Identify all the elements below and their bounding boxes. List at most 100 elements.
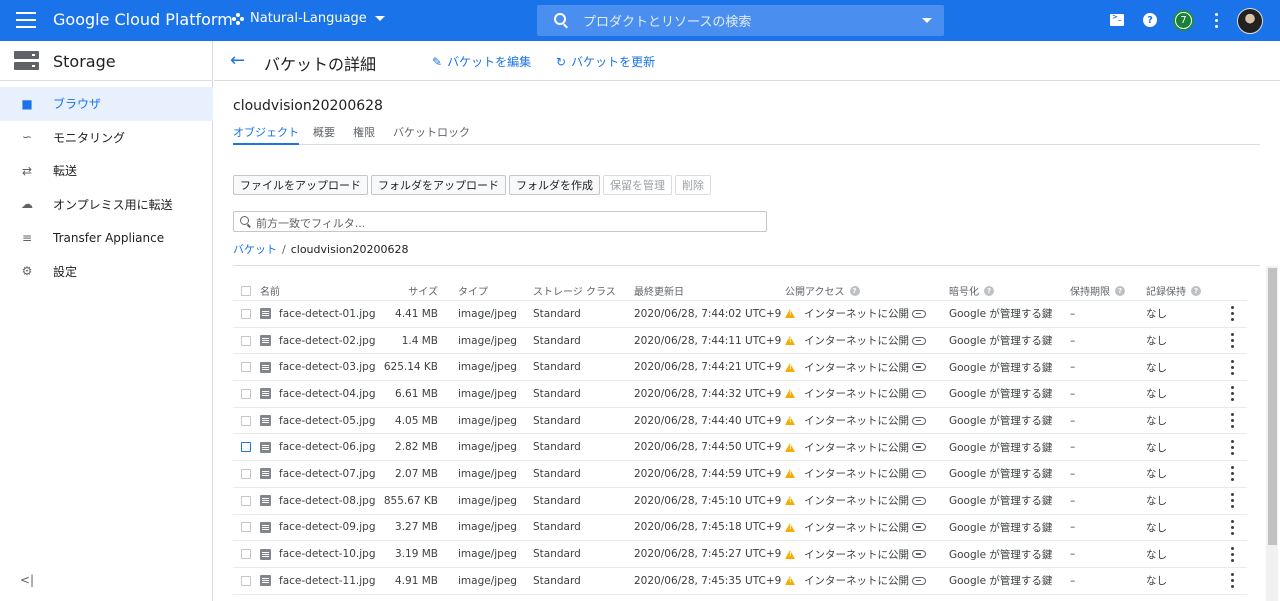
avatar[interactable]: [1237, 8, 1263, 34]
link-icon[interactable]: [912, 469, 926, 478]
upload-folder-button[interactable]: フォルダをアップロード: [371, 175, 506, 195]
file-name-cell[interactable]: face-detect-06.jpg: [260, 434, 375, 460]
table-row[interactable]: face-detect-11.jpg 4.91 MB image/jpeg Stand…: [233, 568, 1247, 595]
help-icon[interactable]: ?: [1115, 285, 1125, 296]
link-icon[interactable]: [912, 363, 926, 372]
file-name[interactable]: face-detect-09.jpg: [279, 521, 375, 533]
link-icon[interactable]: [912, 550, 926, 559]
row-menu-button[interactable]: [1226, 515, 1238, 541]
link-icon[interactable]: [912, 416, 926, 425]
file-name[interactable]: face-detect-03.jpg: [279, 361, 375, 373]
tab-objects[interactable]: オブジェクト: [233, 124, 299, 145]
file-name-cell[interactable]: face-detect-09.jpg: [260, 515, 375, 541]
file-name[interactable]: face-detect-02.jpg: [279, 335, 375, 347]
table-row[interactable]: face-detect-04.jpg 6.61 MB image/jpeg Stand…: [233, 381, 1247, 408]
file-name[interactable]: face-detect-11.jpg: [279, 575, 375, 587]
row-menu-button[interactable]: [1226, 488, 1238, 514]
search-bar[interactable]: プロダクトとリソースの検索: [537, 5, 944, 36]
file-name[interactable]: face-detect-01.jpg: [279, 308, 375, 320]
header-public-access[interactable]: 公開アクセス?: [785, 281, 860, 300]
upload-files-button[interactable]: ファイルをアップロード: [233, 175, 368, 195]
search-dropdown-icon[interactable]: [922, 18, 932, 23]
row-checkbox[interactable]: [241, 442, 251, 453]
sidebar-item-monitoring[interactable]: ∽ モニタリング: [0, 121, 213, 155]
breadcrumb-root-link[interactable]: バケット: [233, 243, 277, 256]
row-checkbox[interactable]: [241, 335, 251, 346]
file-name[interactable]: face-detect-08.jpg: [279, 495, 375, 507]
menu-icon[interactable]: [16, 12, 36, 28]
sidebar-item-onprem-transfer[interactable]: ☁ オンプレミス用に転送: [0, 188, 213, 222]
sidebar-item-browser[interactable]: ■ ブラウザ: [0, 87, 213, 121]
link-icon[interactable]: [912, 443, 926, 452]
table-row[interactable]: face-detect-09.jpg 3.27 MB image/jpeg Stand…: [233, 515, 1247, 542]
sidebar-item-settings[interactable]: ⚙ 設定: [0, 255, 213, 289]
header-updated[interactable]: 最終更新日: [634, 281, 684, 300]
row-checkbox[interactable]: [241, 522, 251, 533]
help-icon[interactable]: ?: [849, 285, 860, 296]
more-vert-icon[interactable]: [1207, 11, 1225, 29]
row-menu-button[interactable]: [1226, 434, 1238, 460]
row-menu-button[interactable]: [1226, 541, 1238, 567]
table-row[interactable]: face-detect-07.jpg 2.07 MB image/jpeg Stand…: [233, 461, 1247, 488]
row-checkbox[interactable]: [241, 308, 251, 319]
help-icon[interactable]: ?: [984, 285, 994, 296]
edit-bucket-button[interactable]: ✎ バケットを編集: [432, 53, 531, 70]
row-checkbox[interactable]: [241, 549, 251, 560]
tab-overview[interactable]: 概要: [313, 124, 335, 145]
file-name-cell[interactable]: face-detect-02.jpg: [260, 328, 375, 354]
row-checkbox[interactable]: [241, 415, 251, 426]
file-name-cell[interactable]: face-detect-10.jpg: [260, 541, 375, 567]
help-icon[interactable]: ?: [1141, 11, 1159, 29]
select-all-checkbox[interactable]: [241, 285, 251, 296]
row-checkbox[interactable]: [241, 495, 251, 506]
scrollbar-thumb[interactable]: [1268, 268, 1277, 545]
tab-permissions[interactable]: 権限: [353, 124, 375, 145]
table-row[interactable]: face-detect-03.jpg 625.14 KB image/jpeg Sta…: [233, 354, 1247, 382]
header-hold[interactable]: 記録保持?: [1146, 281, 1201, 300]
row-menu-button[interactable]: [1226, 328, 1238, 354]
file-name[interactable]: face-detect-05.jpg: [279, 415, 375, 427]
link-icon[interactable]: [912, 496, 926, 505]
row-checkbox[interactable]: [241, 362, 251, 373]
table-row[interactable]: face-detect-10.jpg 3.19 MB image/jpeg Stand…: [233, 541, 1247, 568]
brand-title[interactable]: Google Cloud Platform: [53, 10, 233, 29]
header-encryption[interactable]: 暗号化?: [949, 281, 994, 300]
row-checkbox[interactable]: [241, 468, 251, 479]
manage-holds-button[interactable]: 保留を管理: [603, 175, 672, 195]
link-icon[interactable]: [912, 309, 926, 318]
header-name[interactable]: 名前: [260, 281, 280, 300]
back-arrow-icon[interactable]: ←: [230, 52, 245, 70]
help-icon[interactable]: ?: [1191, 285, 1201, 296]
table-row[interactable]: face-detect-01.jpg 4.41 MB image/jpeg Stand…: [233, 301, 1247, 328]
file-name-cell[interactable]: face-detect-01.jpg: [260, 301, 375, 327]
file-name-cell[interactable]: face-detect-05.jpg: [260, 408, 375, 434]
notification-badge[interactable]: 7: [1173, 10, 1194, 31]
file-name-cell[interactable]: face-detect-11.jpg: [260, 568, 375, 594]
table-row[interactable]: face-detect-05.jpg 4.05 MB image/jpeg Stand…: [233, 408, 1247, 435]
link-icon[interactable]: [912, 576, 926, 585]
refresh-bucket-button[interactable]: ↻ バケットを更新: [556, 53, 655, 70]
link-icon[interactable]: [912, 389, 926, 398]
row-menu-button[interactable]: [1226, 354, 1238, 380]
search-input[interactable]: プロダクトとリソースの検索: [583, 11, 751, 30]
file-name[interactable]: face-detect-10.jpg: [279, 548, 375, 560]
row-menu-button[interactable]: [1226, 408, 1238, 434]
link-icon[interactable]: [912, 523, 926, 532]
row-checkbox[interactable]: [241, 575, 251, 586]
collapse-sidebar-icon[interactable]: <|: [20, 573, 34, 587]
row-menu-button[interactable]: [1226, 301, 1238, 327]
table-row[interactable]: face-detect-06.jpg 2.82 MB image/jpeg Stand…: [233, 434, 1247, 462]
file-name[interactable]: face-detect-04.jpg: [279, 388, 375, 400]
file-name[interactable]: face-detect-06.jpg: [279, 441, 375, 453]
sidebar-item-transfer-appliance[interactable]: ≡ Transfer Appliance: [0, 221, 213, 255]
header-type[interactable]: タイプ: [458, 281, 488, 300]
file-name-cell[interactable]: face-detect-04.jpg: [260, 381, 375, 407]
row-checkbox[interactable]: [241, 388, 251, 399]
file-name-cell[interactable]: face-detect-07.jpg: [260, 461, 375, 487]
file-name-cell[interactable]: face-detect-03.jpg: [260, 354, 375, 380]
row-menu-button[interactable]: [1226, 461, 1238, 487]
create-folder-button[interactable]: フォルダを作成: [509, 175, 600, 195]
project-selector[interactable]: Natural-Language: [232, 11, 385, 26]
table-row[interactable]: face-detect-02.jpg 1.4 MB image/jpeg Standa…: [233, 328, 1247, 355]
delete-button[interactable]: 削除: [675, 175, 711, 195]
